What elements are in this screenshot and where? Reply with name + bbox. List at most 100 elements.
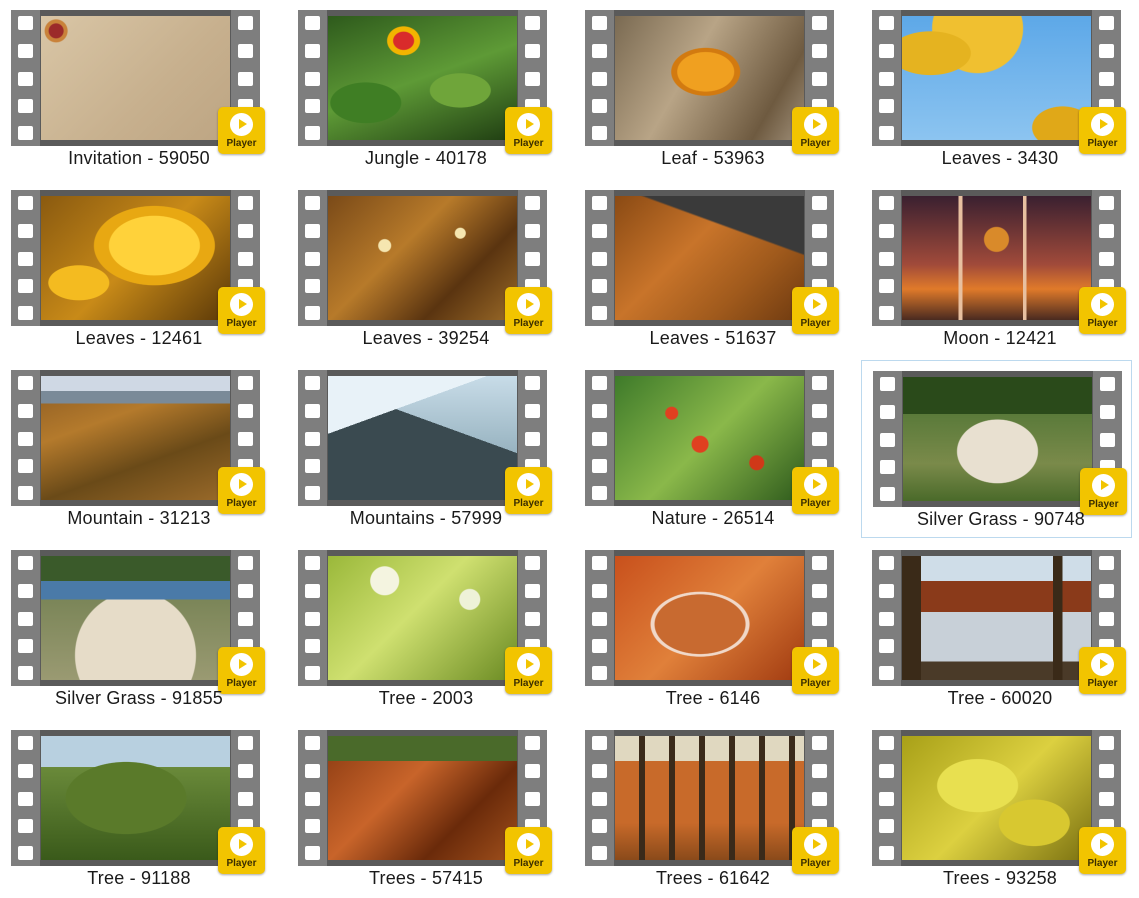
player-button[interactable]: Player	[218, 287, 265, 334]
sprocket-hole	[592, 376, 607, 390]
sprocket-hole	[305, 584, 320, 598]
video-tile[interactable]: Player Mountain - 31213	[0, 360, 271, 538]
video-title[interactable]: Mountain - 31213	[0, 508, 278, 529]
sprocket-hole	[592, 404, 607, 418]
sprocket-hole	[305, 764, 320, 778]
sprocket-hole	[305, 459, 320, 473]
player-button[interactable]: Player	[505, 467, 552, 514]
player-button[interactable]: Player	[1079, 287, 1126, 334]
video-title[interactable]: Trees - 61642	[574, 868, 852, 889]
play-icon	[1091, 113, 1114, 136]
video-tile[interactable]: Player Trees - 61642	[574, 720, 845, 898]
sprocket-hole	[1099, 16, 1114, 30]
video-tile[interactable]: Player Leaves - 39254	[287, 180, 558, 358]
video-tile[interactable]: Player Jungle - 40178	[287, 0, 558, 178]
sprocket-hole	[18, 16, 33, 30]
sprocket-hole	[879, 639, 894, 653]
video-tile[interactable]: Player Moon - 12421	[861, 180, 1132, 358]
video-tile[interactable]: Player Tree - 6146	[574, 540, 845, 718]
video-title[interactable]: Jungle - 40178	[287, 148, 565, 169]
sprocket-hole	[592, 486, 607, 500]
sprocket-hole	[880, 460, 895, 474]
sprocket-hole	[1099, 764, 1114, 778]
player-button[interactable]: Player	[218, 647, 265, 694]
player-button[interactable]: Player	[218, 827, 265, 874]
film-sprocket-left	[298, 550, 327, 686]
video-tile[interactable]: Player Mountains - 57999	[287, 360, 558, 538]
player-button[interactable]: Player	[1079, 647, 1126, 694]
sprocket-hole	[18, 126, 33, 140]
video-tile[interactable]: Player Leaves - 3430	[861, 0, 1132, 178]
sprocket-hole	[18, 376, 33, 390]
video-tile[interactable]: Player Leaf - 53963	[574, 0, 845, 178]
video-title[interactable]: Leaves - 51637	[574, 328, 852, 349]
player-button[interactable]: Player	[505, 107, 552, 154]
player-button[interactable]: Player	[792, 467, 839, 514]
film-sprocket-left	[11, 10, 40, 146]
sprocket-hole	[812, 376, 827, 390]
player-button[interactable]: Player	[1079, 107, 1126, 154]
video-tile[interactable]: Player Silver Grass - 90748	[861, 360, 1132, 538]
video-title[interactable]: Silver Grass - 91855	[0, 688, 278, 709]
sprocket-hole	[18, 404, 33, 418]
sprocket-hole	[592, 126, 607, 140]
play-icon	[517, 833, 540, 856]
thumbnail-leaf	[615, 16, 804, 140]
video-title[interactable]: Mountains - 57999	[287, 508, 565, 529]
video-tile[interactable]: Player Leaves - 12461	[0, 180, 271, 358]
player-button[interactable]: Player	[792, 647, 839, 694]
player-button[interactable]: Player	[218, 467, 265, 514]
video-title[interactable]: Tree - 6146	[574, 688, 852, 709]
play-icon	[230, 653, 253, 676]
film-sprocket-left	[298, 730, 327, 866]
player-button[interactable]: Player	[505, 827, 552, 874]
thumbnail-leaves-sky	[902, 16, 1091, 140]
player-button[interactable]: Player	[505, 287, 552, 334]
sprocket-hole	[592, 432, 607, 446]
sprocket-hole	[525, 44, 540, 58]
sprocket-hole	[879, 584, 894, 598]
video-tile[interactable]: Player Silver Grass - 91855	[0, 540, 271, 718]
player-button[interactable]: Player	[792, 287, 839, 334]
sprocket-hole	[305, 44, 320, 58]
player-button[interactable]: Player	[218, 107, 265, 154]
sprocket-hole	[238, 792, 253, 806]
video-tile[interactable]: Player Tree - 91188	[0, 720, 271, 898]
sprocket-hole	[812, 556, 827, 570]
video-title[interactable]: Tree - 2003	[287, 688, 565, 709]
player-button[interactable]: Player	[1079, 827, 1126, 874]
video-title[interactable]: Leaves - 12461	[0, 328, 278, 349]
video-title[interactable]: Leaves - 3430	[861, 148, 1139, 169]
video-tile[interactable]: Player Tree - 2003	[287, 540, 558, 718]
video-tile[interactable]: Player Trees - 93258	[861, 720, 1132, 898]
player-button[interactable]: Player	[792, 827, 839, 874]
sprocket-hole	[1099, 736, 1114, 750]
video-title[interactable]: Trees - 57415	[287, 868, 565, 889]
video-title[interactable]: Moon - 12421	[861, 328, 1139, 349]
play-icon	[517, 473, 540, 496]
video-title[interactable]: Nature - 26514	[574, 508, 852, 529]
video-tile[interactable]: Player Leaves - 51637	[574, 180, 845, 358]
video-title[interactable]: Trees - 93258	[861, 868, 1139, 889]
player-button[interactable]: Player	[1080, 468, 1127, 515]
video-title[interactable]: Silver Grass - 90748	[862, 509, 1139, 530]
film-sprocket-left	[585, 550, 614, 686]
sprocket-hole	[1100, 433, 1115, 447]
sprocket-hole	[18, 639, 33, 653]
video-title[interactable]: Invitation - 59050	[0, 148, 278, 169]
sprocket-hole	[592, 666, 607, 680]
sprocket-hole	[18, 279, 33, 293]
sprocket-hole	[879, 44, 894, 58]
video-title[interactable]: Leaves - 39254	[287, 328, 565, 349]
video-tile[interactable]: Player Nature - 26514	[574, 360, 845, 538]
video-title[interactable]: Tree - 91188	[0, 868, 278, 889]
video-tile[interactable]: Player Trees - 57415	[287, 720, 558, 898]
sprocket-hole	[880, 377, 895, 391]
sprocket-hole	[18, 196, 33, 210]
player-button[interactable]: Player	[505, 647, 552, 694]
player-button[interactable]: Player	[792, 107, 839, 154]
video-tile[interactable]: Player Tree - 60020	[861, 540, 1132, 718]
video-tile[interactable]: Player Invitation - 59050	[0, 0, 271, 178]
video-title[interactable]: Leaf - 53963	[574, 148, 852, 169]
video-title[interactable]: Tree - 60020	[861, 688, 1139, 709]
